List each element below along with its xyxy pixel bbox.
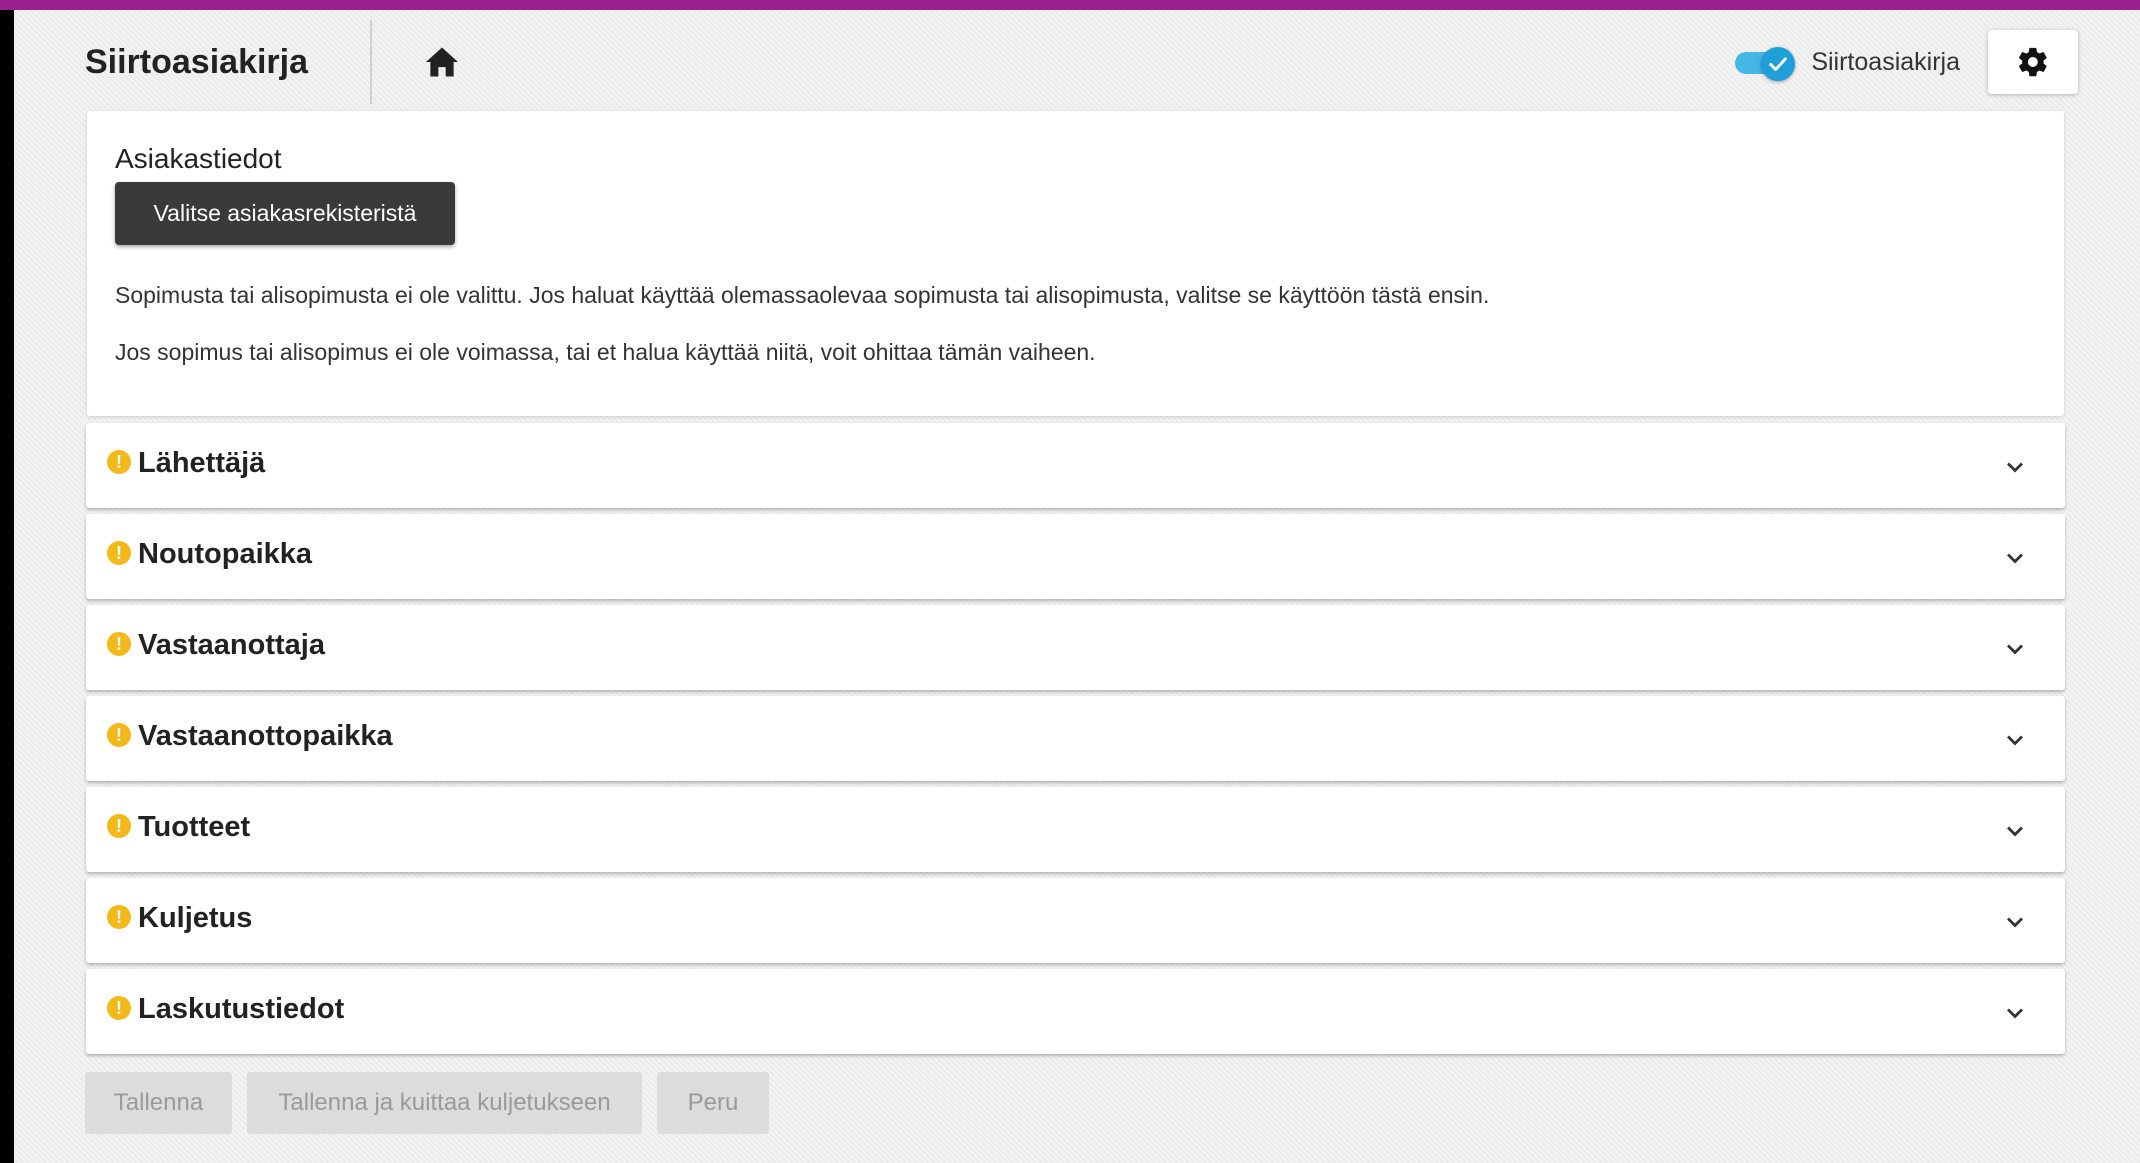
chevron-down-icon bbox=[2007, 553, 2023, 564]
gear-icon bbox=[2019, 47, 2047, 77]
select-customer-button[interactable]: Valitse asiakasrekisteristä bbox=[115, 182, 455, 245]
section-label: Vastaanottopaikka bbox=[138, 720, 393, 752]
section-billing[interactable]: ! Laskutustiedot bbox=[86, 969, 2065, 1054]
section-label: Vastaanottaja bbox=[138, 629, 325, 661]
home-button[interactable] bbox=[422, 42, 462, 82]
section-delivery-location[interactable]: ! Vastaanottopaikka bbox=[86, 696, 2065, 781]
chevron-down-icon bbox=[2007, 917, 2023, 928]
section-label: Kuljetus bbox=[138, 902, 253, 934]
header-bar: Siirtoasiakirja Siirtoasiakirja bbox=[85, 16, 2078, 108]
warning-icon: ! bbox=[107, 450, 131, 474]
customer-info-card: Asiakastiedot Valitse asiakasrekisterist… bbox=[87, 111, 2064, 416]
app-window: Siirtoasiakirja Siirtoasiakirja Asiakast… bbox=[14, 10, 2140, 1163]
section-receiver[interactable]: ! Vastaanottaja bbox=[86, 605, 2065, 690]
top-border bbox=[0, 0, 2140, 10]
section-label: Noutopaikka bbox=[138, 538, 313, 570]
warning-icon: ! bbox=[107, 723, 131, 747]
chevron-down-icon bbox=[2007, 826, 2023, 837]
warning-icon: ! bbox=[107, 632, 131, 656]
contract-info-text: Sopimusta tai alisopimusta ei ole valitt… bbox=[115, 282, 1490, 308]
save-and-acknowledge-button[interactable]: Tallenna ja kuittaa kuljetukseen bbox=[247, 1072, 642, 1134]
checkmark-icon bbox=[1761, 47, 1796, 81]
cancel-button[interactable]: Peru bbox=[657, 1072, 769, 1134]
chevron-down-icon bbox=[2007, 735, 2023, 746]
header-divider bbox=[370, 20, 372, 104]
save-button[interactable]: Tallenna bbox=[85, 1072, 232, 1134]
warning-icon: ! bbox=[107, 996, 131, 1020]
warning-icon: ! bbox=[107, 541, 131, 565]
warning-icon: ! bbox=[107, 905, 131, 929]
section-label: Laskutustiedot bbox=[138, 993, 345, 1025]
section-sender[interactable]: ! Lähettäjä bbox=[86, 423, 2065, 508]
skip-info-text: Jos sopimus tai alisopimus ei ole voimas… bbox=[115, 339, 1096, 365]
page-title: Siirtoasiakirja bbox=[85, 42, 309, 81]
section-label: Tuotteet bbox=[138, 811, 251, 843]
warning-icon: ! bbox=[107, 814, 131, 838]
toggle-label: Siirtoasiakirja bbox=[1811, 47, 1960, 76]
settings-button[interactable] bbox=[1988, 30, 2078, 94]
header-actions: Siirtoasiakirja bbox=[1735, 30, 2078, 94]
document-toggle[interactable] bbox=[1735, 47, 1797, 81]
section-label: Lähettäjä bbox=[138, 447, 266, 479]
chevron-down-icon bbox=[2007, 462, 2023, 473]
home-icon bbox=[426, 47, 458, 77]
section-pickup-location[interactable]: ! Noutopaikka bbox=[86, 514, 2065, 599]
section-transport[interactable]: ! Kuljetus bbox=[86, 878, 2065, 963]
chevron-down-icon bbox=[2007, 644, 2023, 655]
customer-info-heading: Asiakastiedot bbox=[115, 143, 282, 174]
chevron-down-icon bbox=[2007, 1008, 2023, 1019]
section-products[interactable]: ! Tuotteet bbox=[86, 787, 2065, 872]
